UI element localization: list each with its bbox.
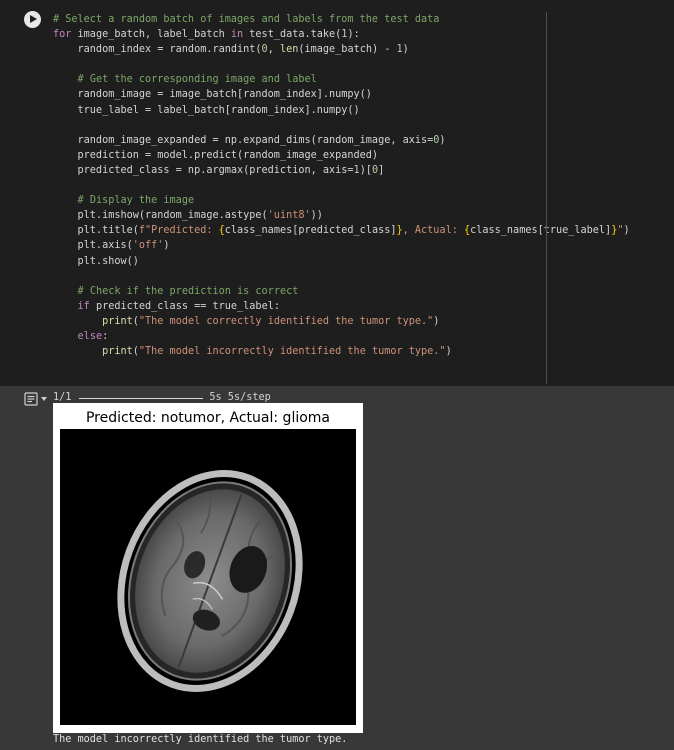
code-editor[interactable]: # Select a random batch of images and la… [53,12,630,359]
code-line: print("The model correctly identified th… [102,315,440,327]
code-line: # Display the image [77,195,195,207]
code-line: # Get the corresponding image and label [77,74,317,86]
code-line: true_label = label_batch[random_index].n… [53,104,360,116]
progress-bar [79,397,204,399]
code-line: plt.axis('off') [53,240,170,252]
code-cell[interactable]: # Select a random batch of images and la… [0,0,674,386]
code-line: print("The model incorrectly identified … [102,346,452,358]
code-line: # Select a random batch of images and la… [53,14,440,25]
code-line: else: [77,330,109,342]
output-collapse-icon[interactable] [24,392,50,406]
mri-brain-image [60,429,356,725]
code-line: plt.title(f"Predicted: {class_names[pred… [53,225,630,237]
code-line: plt.imshow(random_image.astype('uint8')) [53,210,323,222]
code-line: random_index = random.randint(0, len(ima… [53,44,409,56]
code-line: prediction = model.predict(random_image_… [53,149,379,161]
ruler-line [546,12,547,384]
code-line: # Check if the prediction is correct [77,285,299,297]
figure-title: Predicted: notumor, Actual: glioma [85,410,331,426]
code-line: random_image_expanded = np.expand_dims(r… [53,134,446,146]
print-output: The model incorrectly identified the tum… [53,734,348,745]
run-cell-button[interactable] [24,11,41,28]
code-line: predicted_class = np.argmax(prediction, … [53,164,385,176]
code-line: if predicted_class == true_label: [77,300,280,312]
output-figure: Predicted: notumor, Actual: glioma [53,403,363,733]
code-line: random_image = image_batch[random_index]… [53,89,372,101]
code-line: plt.show() [53,255,139,267]
code-line: for image_batch, label_batch in test_dat… [53,29,360,41]
